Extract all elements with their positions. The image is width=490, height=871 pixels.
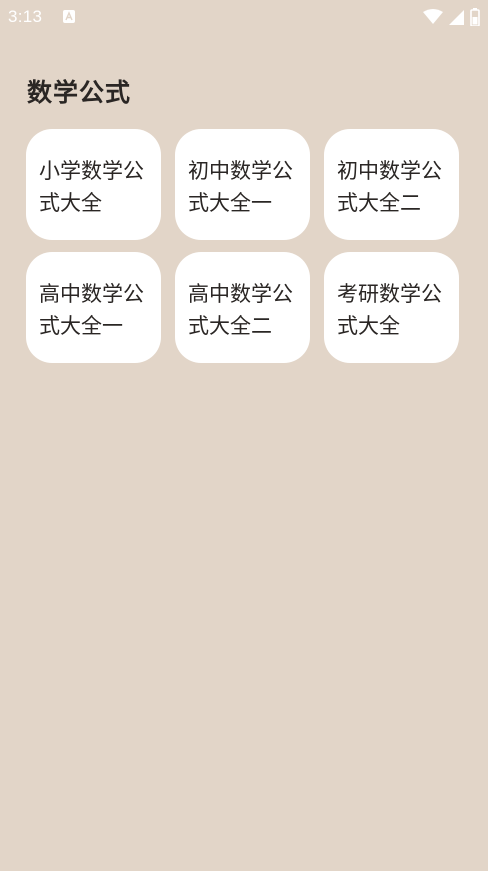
battery-icon (470, 8, 480, 26)
card-senior-math-1[interactable]: 高中数学公式大全一 (26, 252, 161, 363)
card-postgrad-math[interactable]: 考研数学公式大全 (324, 252, 459, 363)
card-junior-math-1[interactable]: 初中数学公式大全一 (175, 129, 310, 240)
card-primary-math[interactable]: 小学数学公式大全 (26, 129, 161, 240)
card-label: 考研数学公式大全 (337, 282, 442, 338)
formula-card-grid: 小学数学公式大全 初中数学公式大全一 初中数学公式大全二 高中数学公式大全一 高… (26, 129, 459, 363)
card-label: 高中数学公式大全二 (188, 282, 293, 338)
card-label: 小学数学公式大全 (39, 159, 144, 215)
card-junior-math-2[interactable]: 初中数学公式大全二 (324, 129, 459, 240)
status-time: 3:13 (8, 7, 43, 26)
app-screen: 3:13 数学公式 小学数学公式大全 初中数学公式大全一 初中数学公式大全二 高… (0, 0, 490, 871)
text-a-icon (63, 10, 75, 23)
status-bar: 3:13 (0, 0, 488, 34)
status-icons (423, 7, 480, 27)
card-label: 高中数学公式大全一 (39, 282, 144, 338)
wifi-icon (423, 9, 443, 25)
card-senior-math-2[interactable]: 高中数学公式大全二 (175, 252, 310, 363)
signal-icon (449, 9, 464, 25)
card-label: 初中数学公式大全二 (337, 159, 442, 215)
page-title: 数学公式 (27, 78, 132, 107)
card-label: 初中数学公式大全一 (188, 159, 293, 215)
